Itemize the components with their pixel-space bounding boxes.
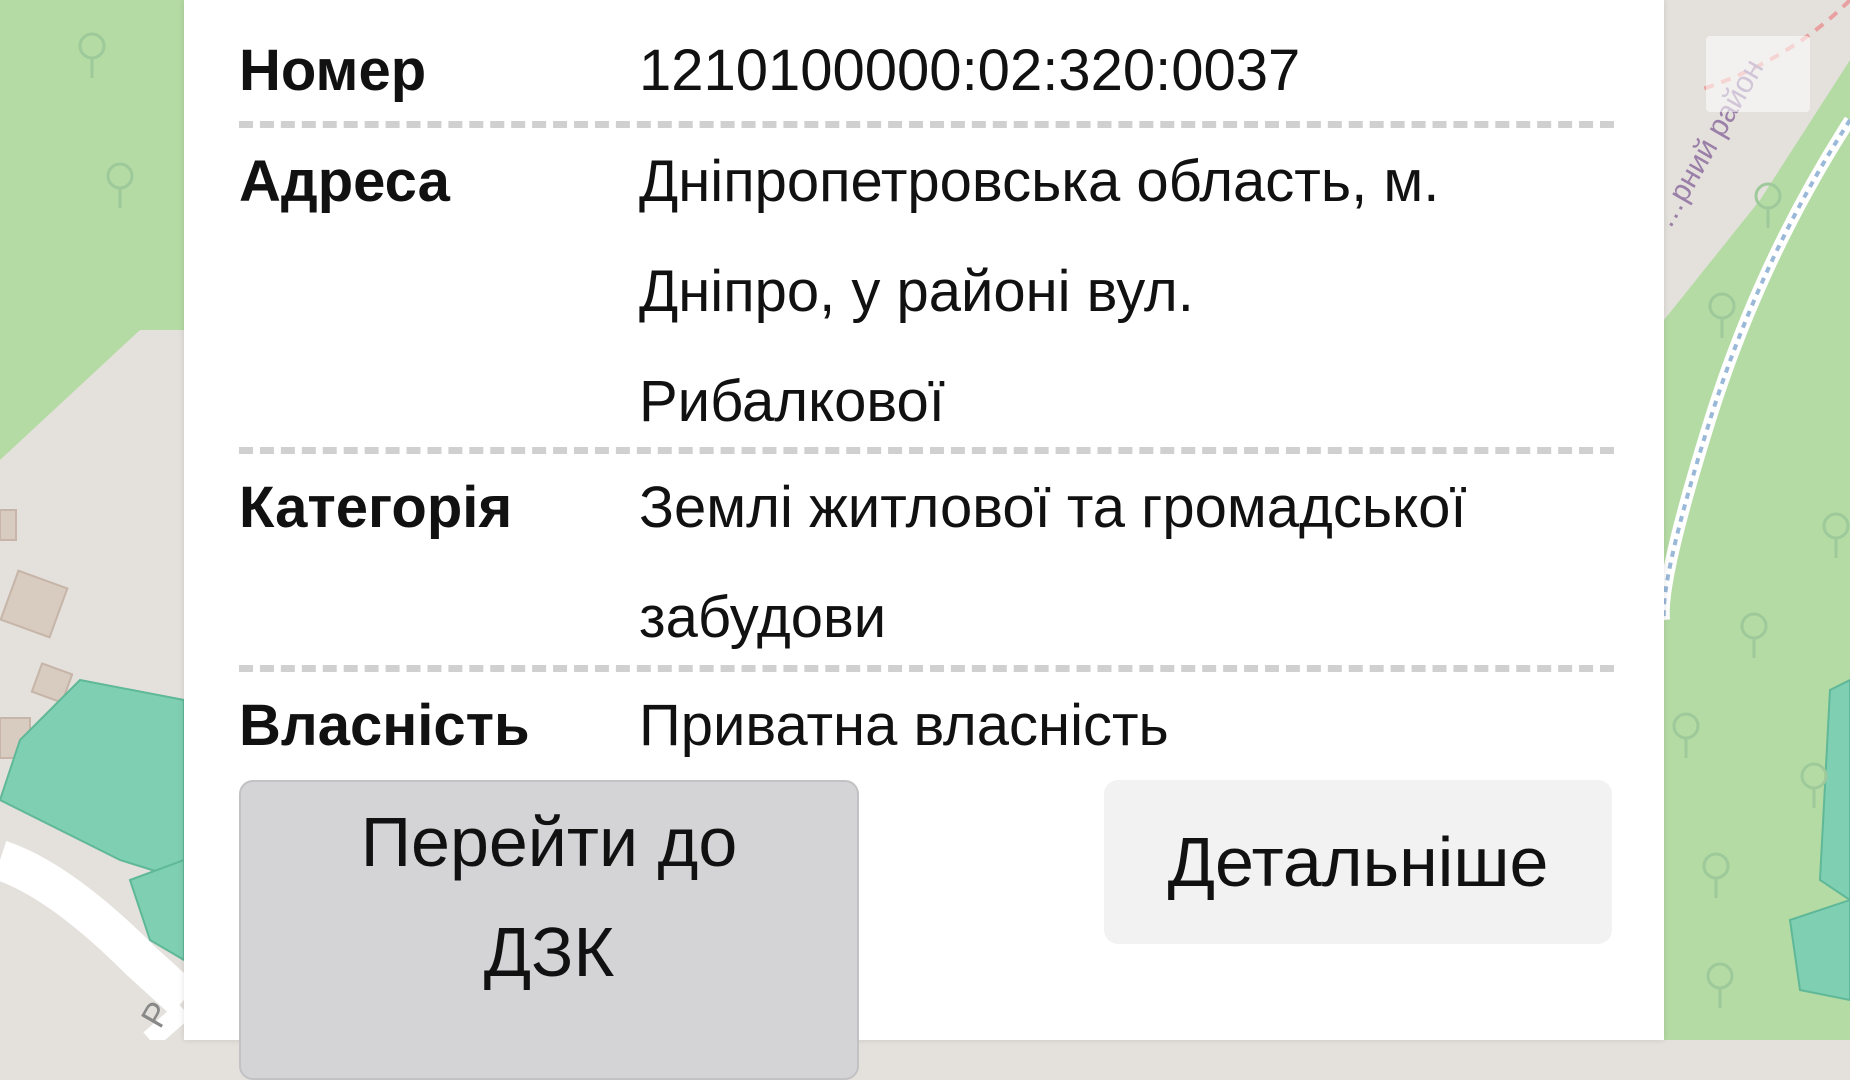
details-button[interactable]: Детальніше <box>1104 780 1612 944</box>
category-line: Землі житлової та громадської <box>639 475 1467 540</box>
map-logo-icon <box>1706 36 1810 112</box>
category-value: Землі житлової та громадської забудови <box>639 453 1629 673</box>
address-line: Дніпропетровська область, м. <box>639 149 1440 214</box>
address-label: Адреса <box>239 149 450 214</box>
address-value: Дніпропетровська область, м. Дніпро, у р… <box>639 127 1629 457</box>
address-line: Дніпро, у районі вул. <box>639 259 1194 324</box>
number-value: 1210100000:02:320:0037 <box>639 38 1301 103</box>
go-to-dzk-button[interactable]: Перейти до ДЗК <box>239 780 859 1080</box>
category-label: Категорія <box>239 475 513 540</box>
number-label: Номер <box>239 38 427 103</box>
go-to-dzk-label-line: ДЗК <box>483 913 615 991</box>
address-line: Рибалкової <box>639 369 945 434</box>
ownership-value: Приватна власність <box>639 693 1169 758</box>
category-line: забудови <box>639 585 887 650</box>
building <box>0 509 17 541</box>
ownership-label: Власність <box>239 693 530 758</box>
go-to-dzk-label-line: Перейти до <box>360 803 738 881</box>
details-label: Детальніше <box>1167 823 1549 901</box>
parcel-info-card: Номер 1210100000:02:320:0037 Адреса Дніп… <box>184 0 1664 1080</box>
